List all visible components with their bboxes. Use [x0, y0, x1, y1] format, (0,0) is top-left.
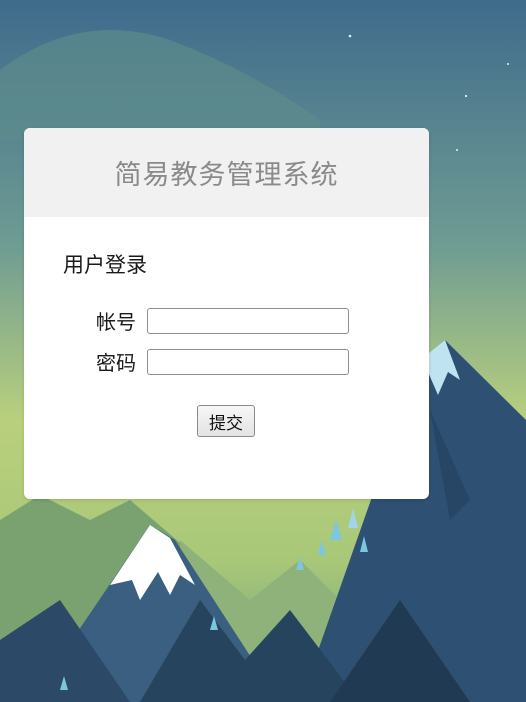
card-header: 简易教务管理系统 — [24, 128, 429, 217]
password-row: 密码 — [96, 347, 349, 376]
app-title: 简易教务管理系统 — [114, 160, 339, 191]
account-row: 帐号 — [96, 306, 349, 335]
login-card: 简易教务管理系统 用户登录 帐号 密码 提交 — [24, 128, 429, 499]
password-label: 密码 — [96, 351, 136, 375]
account-input[interactable] — [147, 307, 349, 334]
submit-button[interactable]: 提交 — [197, 405, 255, 437]
login-section-title: 用户登录 — [63, 253, 147, 277]
account-label: 帐号 — [96, 310, 136, 334]
password-input[interactable] — [147, 348, 349, 375]
